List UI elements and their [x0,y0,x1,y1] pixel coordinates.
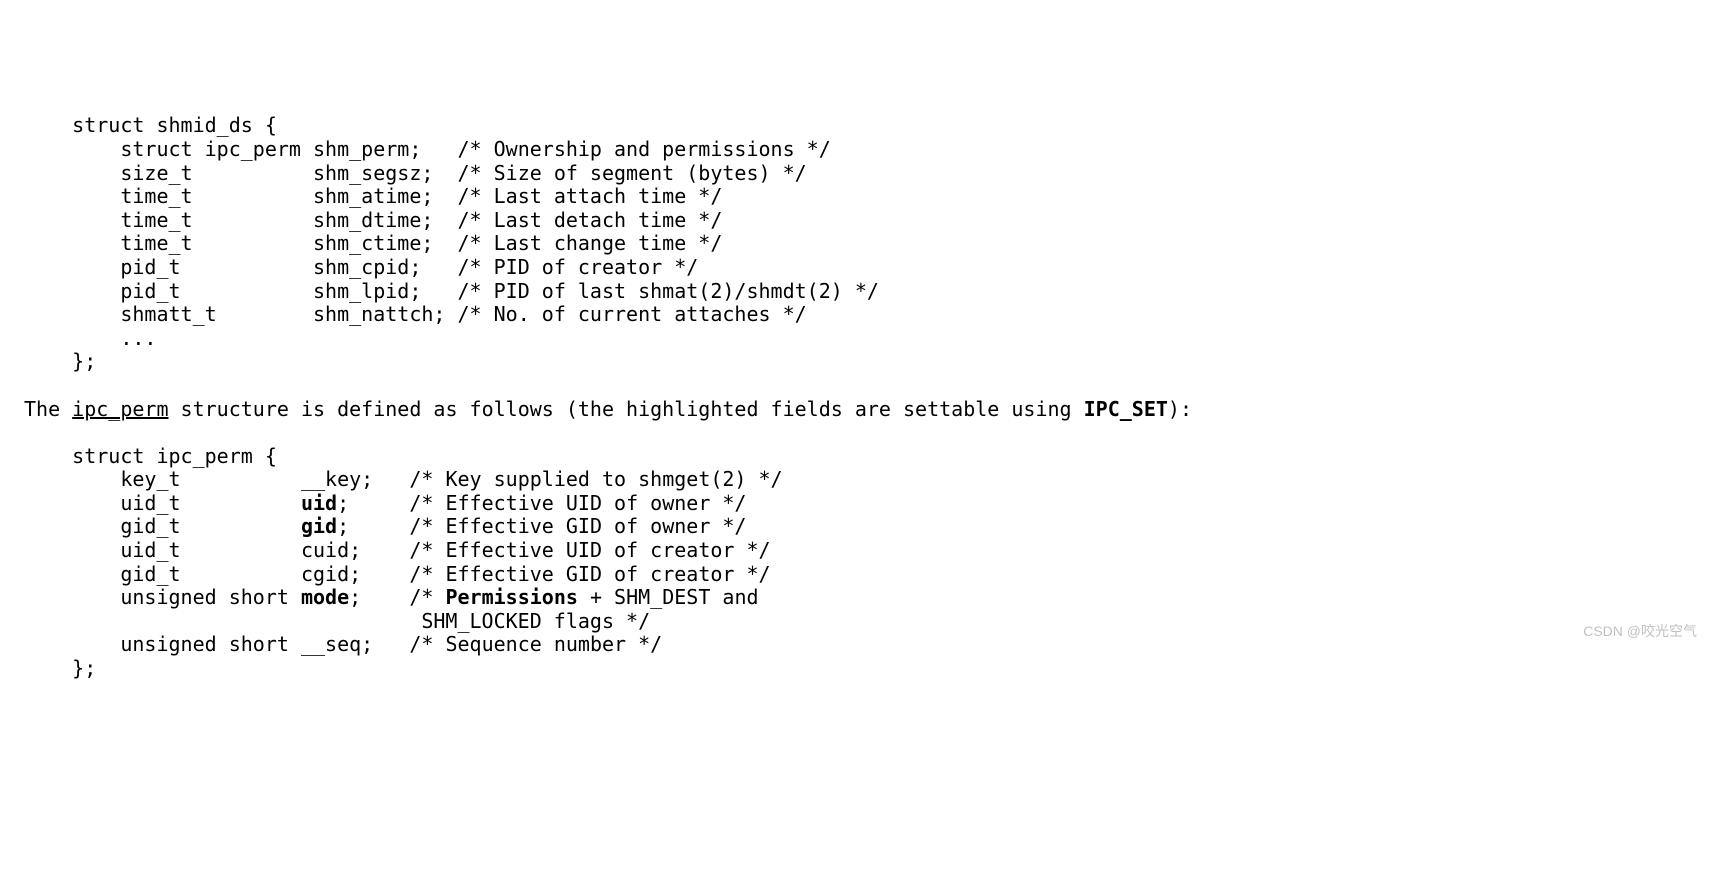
struct-header: struct ipc_perm { [24,444,277,468]
struct-field-line: unsigned short mode; /* Permissions + SH… [24,585,759,609]
field-gid: gid [301,514,337,538]
struct-field-line: key_t __key; /* Key supplied to shmget(2… [24,467,783,491]
ipc-set-keyword: IPC_SET [1084,397,1168,421]
struct-field-line: pid_t shm_lpid; /* PID of last shmat(2)/… [24,279,879,303]
ipc-perm-link: ipc_perm [72,397,168,421]
struct-field-line-cont: SHM_LOCKED flags */ [24,609,650,633]
struct-footer: }; [24,656,96,680]
struct-field-line: struct ipc_perm shm_perm; /* Ownership a… [24,137,831,161]
struct-field-line: unsigned short __seq; /* Sequence number… [24,632,662,656]
paragraph-ipc-perm-intro: The ipc_perm structure is defined as fol… [24,398,1689,422]
struct-field-line: time_t shm_ctime; /* Last change time */ [24,231,722,255]
struct-field-line: uid_t uid; /* Effective UID of owner */ [24,491,746,515]
code-block-shmid-ds: struct shmid_ds { struct ipc_perm shm_pe… [24,114,1689,374]
struct-field-line: pid_t shm_cpid; /* PID of creator */ [24,255,698,279]
struct-footer: }; [24,349,96,373]
field-mode: mode [301,585,349,609]
struct-field-line: shmatt_t shm_nattch; /* No. of current a… [24,302,807,326]
struct-ellipsis: ... [24,326,156,350]
struct-field-line: gid_t gid; /* Effective GID of owner */ [24,514,746,538]
struct-header: struct shmid_ds { [24,113,277,137]
csdn-watermark: CSDN @咬光空气 [1583,623,1697,640]
code-block-ipc-perm: struct ipc_perm { key_t __key; /* Key su… [24,445,1689,681]
field-uid: uid [301,491,337,515]
permissions-word: Permissions [445,585,577,609]
struct-field-line: time_t shm_atime; /* Last attach time */ [24,184,722,208]
struct-field-line: size_t shm_segsz; /* Size of segment (by… [24,161,807,185]
struct-field-line: gid_t cgid; /* Effective GID of creator … [24,562,771,586]
struct-field-line: uid_t cuid; /* Effective UID of creator … [24,538,771,562]
struct-field-line: time_t shm_dtime; /* Last detach time */ [24,208,722,232]
